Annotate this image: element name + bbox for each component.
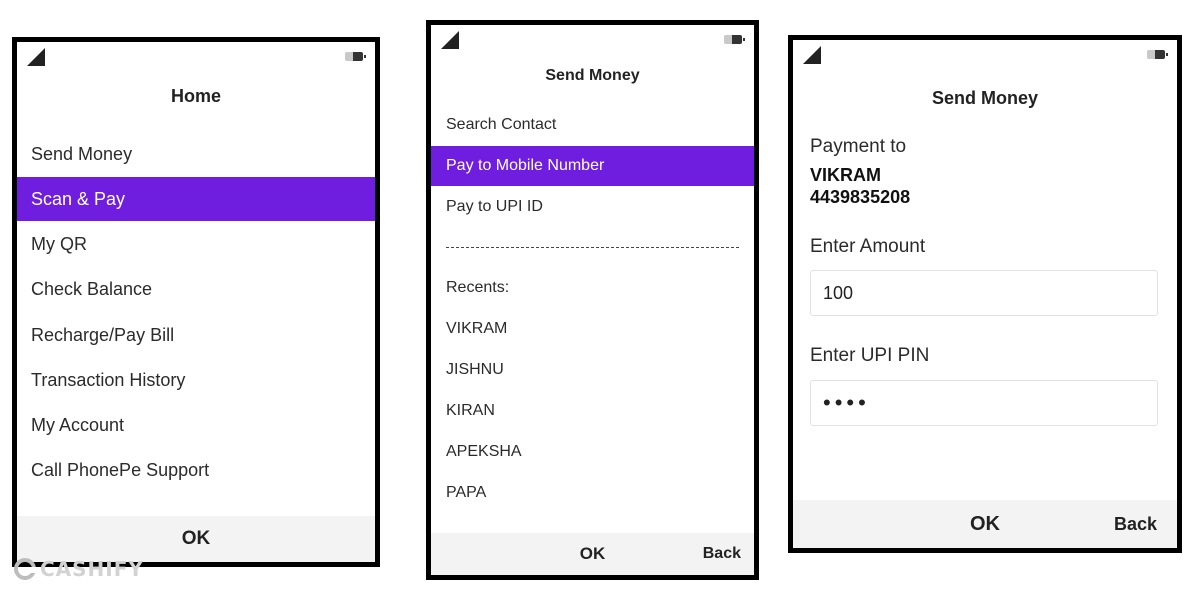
- signal-icon: [803, 46, 821, 64]
- payment-screen: Send Money Payment to VIKRAM 4439835208 …: [788, 35, 1182, 553]
- cashify-watermark: CASHIFY: [14, 556, 144, 582]
- menu-item-my-qr[interactable]: My QR: [17, 222, 375, 266]
- watermark-text: CASHIFY: [40, 557, 144, 581]
- recent-contact[interactable]: VIKRAM: [431, 309, 754, 349]
- recents-label: Recents:: [446, 279, 510, 296]
- pay-to-upi-option[interactable]: Pay to UPI ID: [431, 187, 754, 227]
- battery-icon: [724, 35, 745, 44]
- pay-to-mobile-option[interactable]: Pay to Mobile Number: [431, 146, 754, 186]
- payee-number: 4439835208: [810, 187, 911, 207]
- battery-icon: [1147, 50, 1168, 59]
- menu-item-call-support[interactable]: Call PhonePe Support: [17, 448, 375, 492]
- menu-item-send-money[interactable]: Send Money: [17, 132, 375, 176]
- recent-contact[interactable]: APEKSHA: [431, 432, 754, 472]
- softkey-bar: OK Back: [793, 500, 1177, 548]
- ok-button[interactable]: OK: [17, 528, 375, 550]
- recent-contact[interactable]: PAPA: [431, 473, 754, 513]
- back-button[interactable]: Back: [1114, 514, 1157, 535]
- menu-item-recharge-pay-bill[interactable]: Recharge/Pay Bill: [17, 313, 375, 357]
- search-contact-option[interactable]: Search Contact: [431, 105, 754, 145]
- signal-icon: [441, 31, 459, 49]
- send-money-screen: Send Money Search Contact Pay to Mobile …: [426, 20, 759, 580]
- signal-icon: [27, 48, 45, 66]
- divider: [446, 247, 739, 248]
- page-title: Home: [170, 86, 221, 106]
- payee-name: VIKRAM: [810, 165, 881, 185]
- menu-item-scan-pay[interactable]: Scan & Pay: [17, 177, 375, 221]
- recent-contact[interactable]: KIRAN: [431, 391, 754, 431]
- menu-item-my-account[interactable]: My Account: [17, 403, 375, 447]
- recent-contact[interactable]: JISHNU: [431, 350, 754, 390]
- upi-pin-input[interactable]: ••••: [810, 380, 1158, 426]
- page-title: Send Money: [545, 67, 640, 84]
- amount-label: Enter Amount: [810, 236, 926, 257]
- upi-pin-label: Enter UPI PIN: [810, 345, 930, 366]
- softkey-bar: OK Back: [431, 533, 754, 575]
- menu-item-transaction-history[interactable]: Transaction History: [17, 358, 375, 402]
- payment-to-label: Payment to: [810, 136, 907, 157]
- menu-item-check-balance[interactable]: Check Balance: [17, 267, 375, 311]
- page-title: Send Money: [931, 88, 1038, 108]
- back-button[interactable]: Back: [703, 545, 741, 563]
- amount-input[interactable]: 100: [810, 270, 1158, 316]
- cashify-logo-icon: [14, 558, 37, 580]
- home-screen: Home Send Money Scan & Pay My QR Check B…: [12, 37, 380, 567]
- battery-icon: [345, 52, 366, 61]
